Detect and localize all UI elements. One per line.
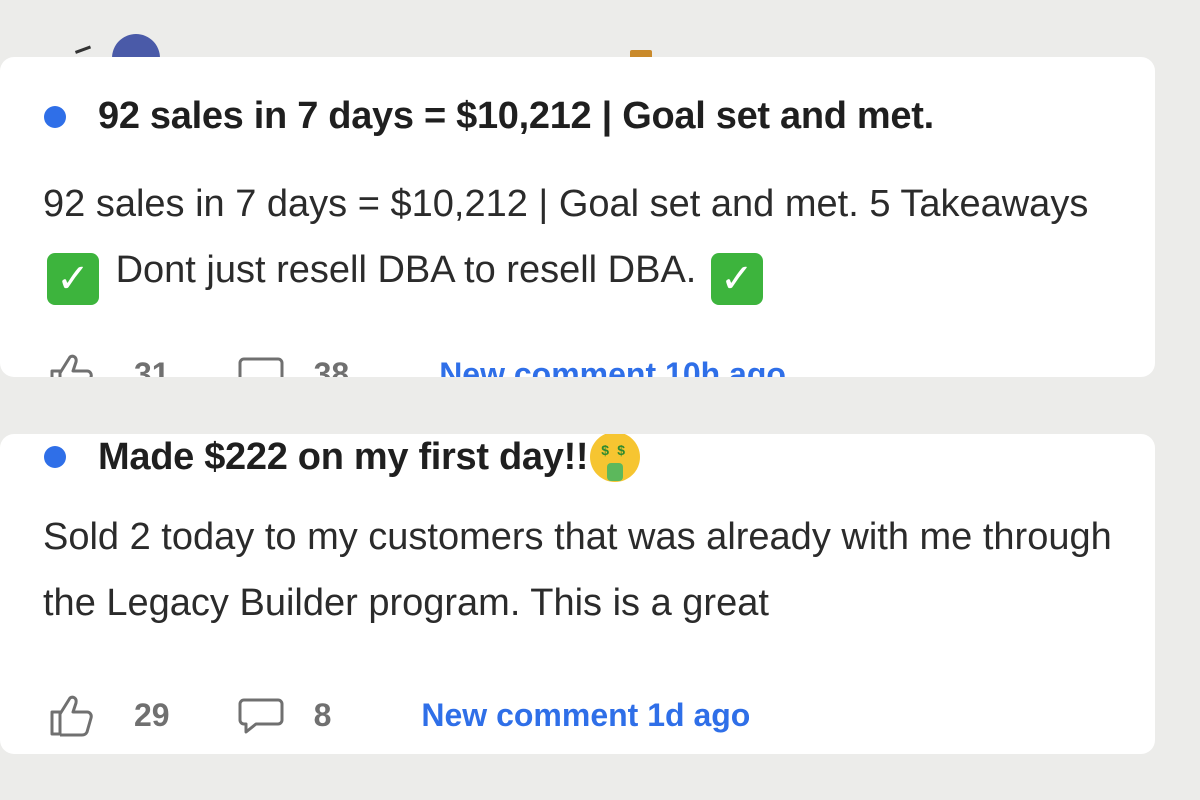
post-body: 92 sales in 7 days = $10,212 | Goal set … bbox=[43, 171, 1123, 305]
thumbs-up-icon[interactable] bbox=[48, 692, 94, 738]
post-body-text-2: Dont just resell DBA to resell DBA. bbox=[115, 249, 697, 291]
new-comment-link[interactable]: New comment 1d ago bbox=[421, 697, 750, 734]
thumbs-up-icon[interactable] bbox=[48, 351, 94, 377]
comment-count: 8 bbox=[313, 696, 332, 733]
comment-count: 38 bbox=[313, 355, 350, 378]
comment-button[interactable]: 38 bbox=[238, 351, 350, 378]
post-card[interactable]: 92 sales in 7 days = $10,212 | Goal set … bbox=[0, 57, 1155, 377]
money-mouth-face-icon: $ $ bbox=[590, 434, 641, 482]
comment-button[interactable]: 8 bbox=[238, 692, 332, 738]
like-count: 29 bbox=[134, 696, 170, 733]
post-title-row: Made $222 on my first day!! $ $ bbox=[44, 434, 641, 482]
like-count: 31 bbox=[134, 355, 170, 378]
post-title-row: 92 sales in 7 days = $10,212 | Goal set … bbox=[44, 95, 934, 138]
post-card[interactable]: Made $222 on my first day!! $ $ Sold 2 to… bbox=[0, 434, 1155, 754]
post-title[interactable]: Made $222 on my first day!! bbox=[98, 436, 589, 479]
post-title[interactable]: 92 sales in 7 days = $10,212 | Goal set … bbox=[98, 95, 934, 138]
unread-dot-icon bbox=[44, 105, 66, 128]
check-mark-icon: ✓ bbox=[47, 253, 99, 305]
comment-bubble-icon[interactable] bbox=[238, 351, 284, 377]
comment-bubble-icon[interactable] bbox=[238, 692, 284, 738]
post-body-text: 92 sales in 7 days = $10,212 | Goal set … bbox=[43, 183, 1089, 225]
new-comment-link[interactable]: New comment 10h ago bbox=[439, 356, 786, 378]
post-body: Sold 2 today to my customers that was al… bbox=[43, 516, 1112, 624]
post-actions: 29 8 New comment 1d ago bbox=[48, 692, 750, 738]
unread-dot-icon bbox=[44, 446, 66, 468]
post-actions: 31 38 New comment 10h ago bbox=[48, 351, 786, 377]
check-mark-icon: ✓ bbox=[710, 253, 763, 305]
